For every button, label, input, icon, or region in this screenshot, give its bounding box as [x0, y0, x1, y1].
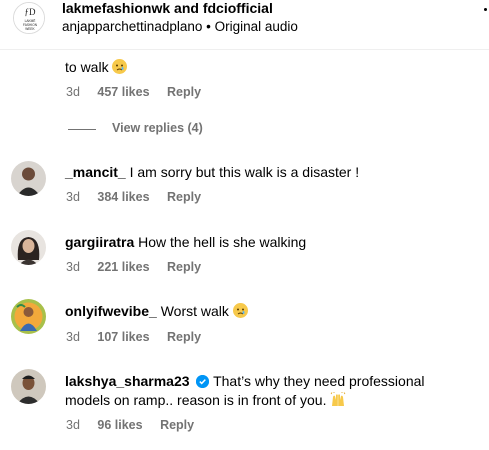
crying-face-icon [232, 303, 248, 318]
comment-likes[interactable]: 384 likes [97, 190, 149, 204]
comment-text: gargiiratra How the hell is she walking [65, 232, 306, 252]
comment-text-continued: models on ramp.. reason is in front of y… [65, 390, 346, 410]
lakme-fashion-week-avatar[interactable]: ƒD LAKMĒ FASHION WEEK [13, 2, 45, 34]
comment-meta: 3d 96 likes Reply [66, 418, 208, 432]
avatar[interactable] [11, 161, 46, 196]
comment-body: I am sorry but this walk is a disaster ! [129, 164, 360, 180]
comment-body: to walk [65, 59, 109, 75]
reply-button[interactable]: Reply [160, 418, 194, 432]
comment-likes[interactable]: 96 likes [97, 418, 142, 432]
comment-body: That’s why they need professional [213, 373, 425, 389]
comment-username[interactable]: _mancit_ [65, 164, 126, 180]
avatar[interactable] [11, 369, 46, 404]
comment-age: 3d [66, 190, 80, 204]
comment-body: models on ramp.. reason is in front of y… [65, 392, 327, 408]
comment-username[interactable]: lakshya_sharma23 [65, 373, 190, 389]
comment-likes[interactable]: 457 likes [97, 85, 149, 99]
raising-hands-icon [330, 392, 346, 407]
reply-button[interactable]: Reply [167, 85, 201, 99]
verified-badge-icon [196, 375, 210, 388]
comment-meta: 3d 457 likes Reply [66, 85, 215, 99]
comment-text: onlyifwevibe_ Worst walk [65, 301, 248, 321]
comment-username[interactable]: gargiiratra [65, 234, 134, 250]
svg-text:WEEK: WEEK [25, 27, 35, 31]
comment-text: to walk [65, 57, 128, 77]
comment-age: 3d [66, 418, 80, 432]
post-header: ƒD LAKMĒ FASHION WEEK lakmefashionwk and… [0, 0, 489, 50]
comment-body: Worst walk [160, 303, 229, 319]
crying-face-icon [112, 59, 128, 74]
avatar[interactable] [11, 299, 46, 334]
comment-text: lakshya_sharma23 That’s why they need pr… [65, 371, 425, 391]
comment-username[interactable]: onlyifwevibe_ [65, 303, 157, 319]
comment-likes[interactable]: 221 likes [97, 260, 149, 274]
comment-age: 3d [66, 330, 80, 344]
post-owner-title[interactable]: lakmefashionwk and fdciofficial [62, 0, 273, 16]
comment-likes[interactable]: 107 likes [97, 330, 149, 344]
comment-age: 3d [66, 85, 80, 99]
avatar[interactable] [11, 230, 46, 265]
comment-text: _mancit_ I am sorry but this walk is a d… [65, 162, 359, 182]
reply-button[interactable]: Reply [167, 260, 201, 274]
comment-meta: 3d 221 likes Reply [66, 260, 215, 274]
lakme-logo-icon: ƒD LAKMĒ FASHION WEEK [14, 3, 44, 33]
comment-meta: 3d 107 likes Reply [66, 330, 215, 344]
audio-subtitle[interactable]: anjapparchettinadplano • Original audio [62, 19, 298, 35]
reply-button[interactable]: Reply [167, 190, 201, 204]
comment-age: 3d [66, 260, 80, 274]
view-replies-line [68, 129, 96, 130]
more-options-icon[interactable] [484, 8, 487, 11]
view-replies-label[interactable]: View replies (4) [112, 121, 203, 135]
comment-body: How the hell is she walking [138, 234, 307, 250]
comment-meta: 3d 384 likes Reply [66, 190, 215, 204]
reply-button[interactable]: Reply [167, 330, 201, 344]
svg-text:ƒD: ƒD [25, 7, 37, 17]
